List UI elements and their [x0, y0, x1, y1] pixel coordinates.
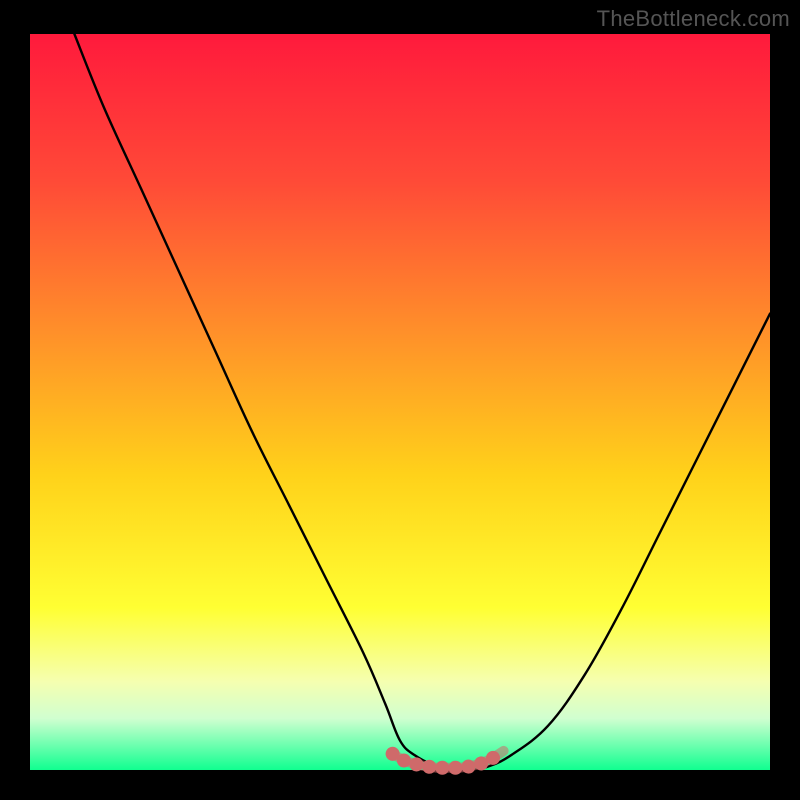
- plot-background: [30, 34, 770, 770]
- chart-frame: TheBottleneck.com: [0, 0, 800, 800]
- bottleneck-chart: [0, 0, 800, 800]
